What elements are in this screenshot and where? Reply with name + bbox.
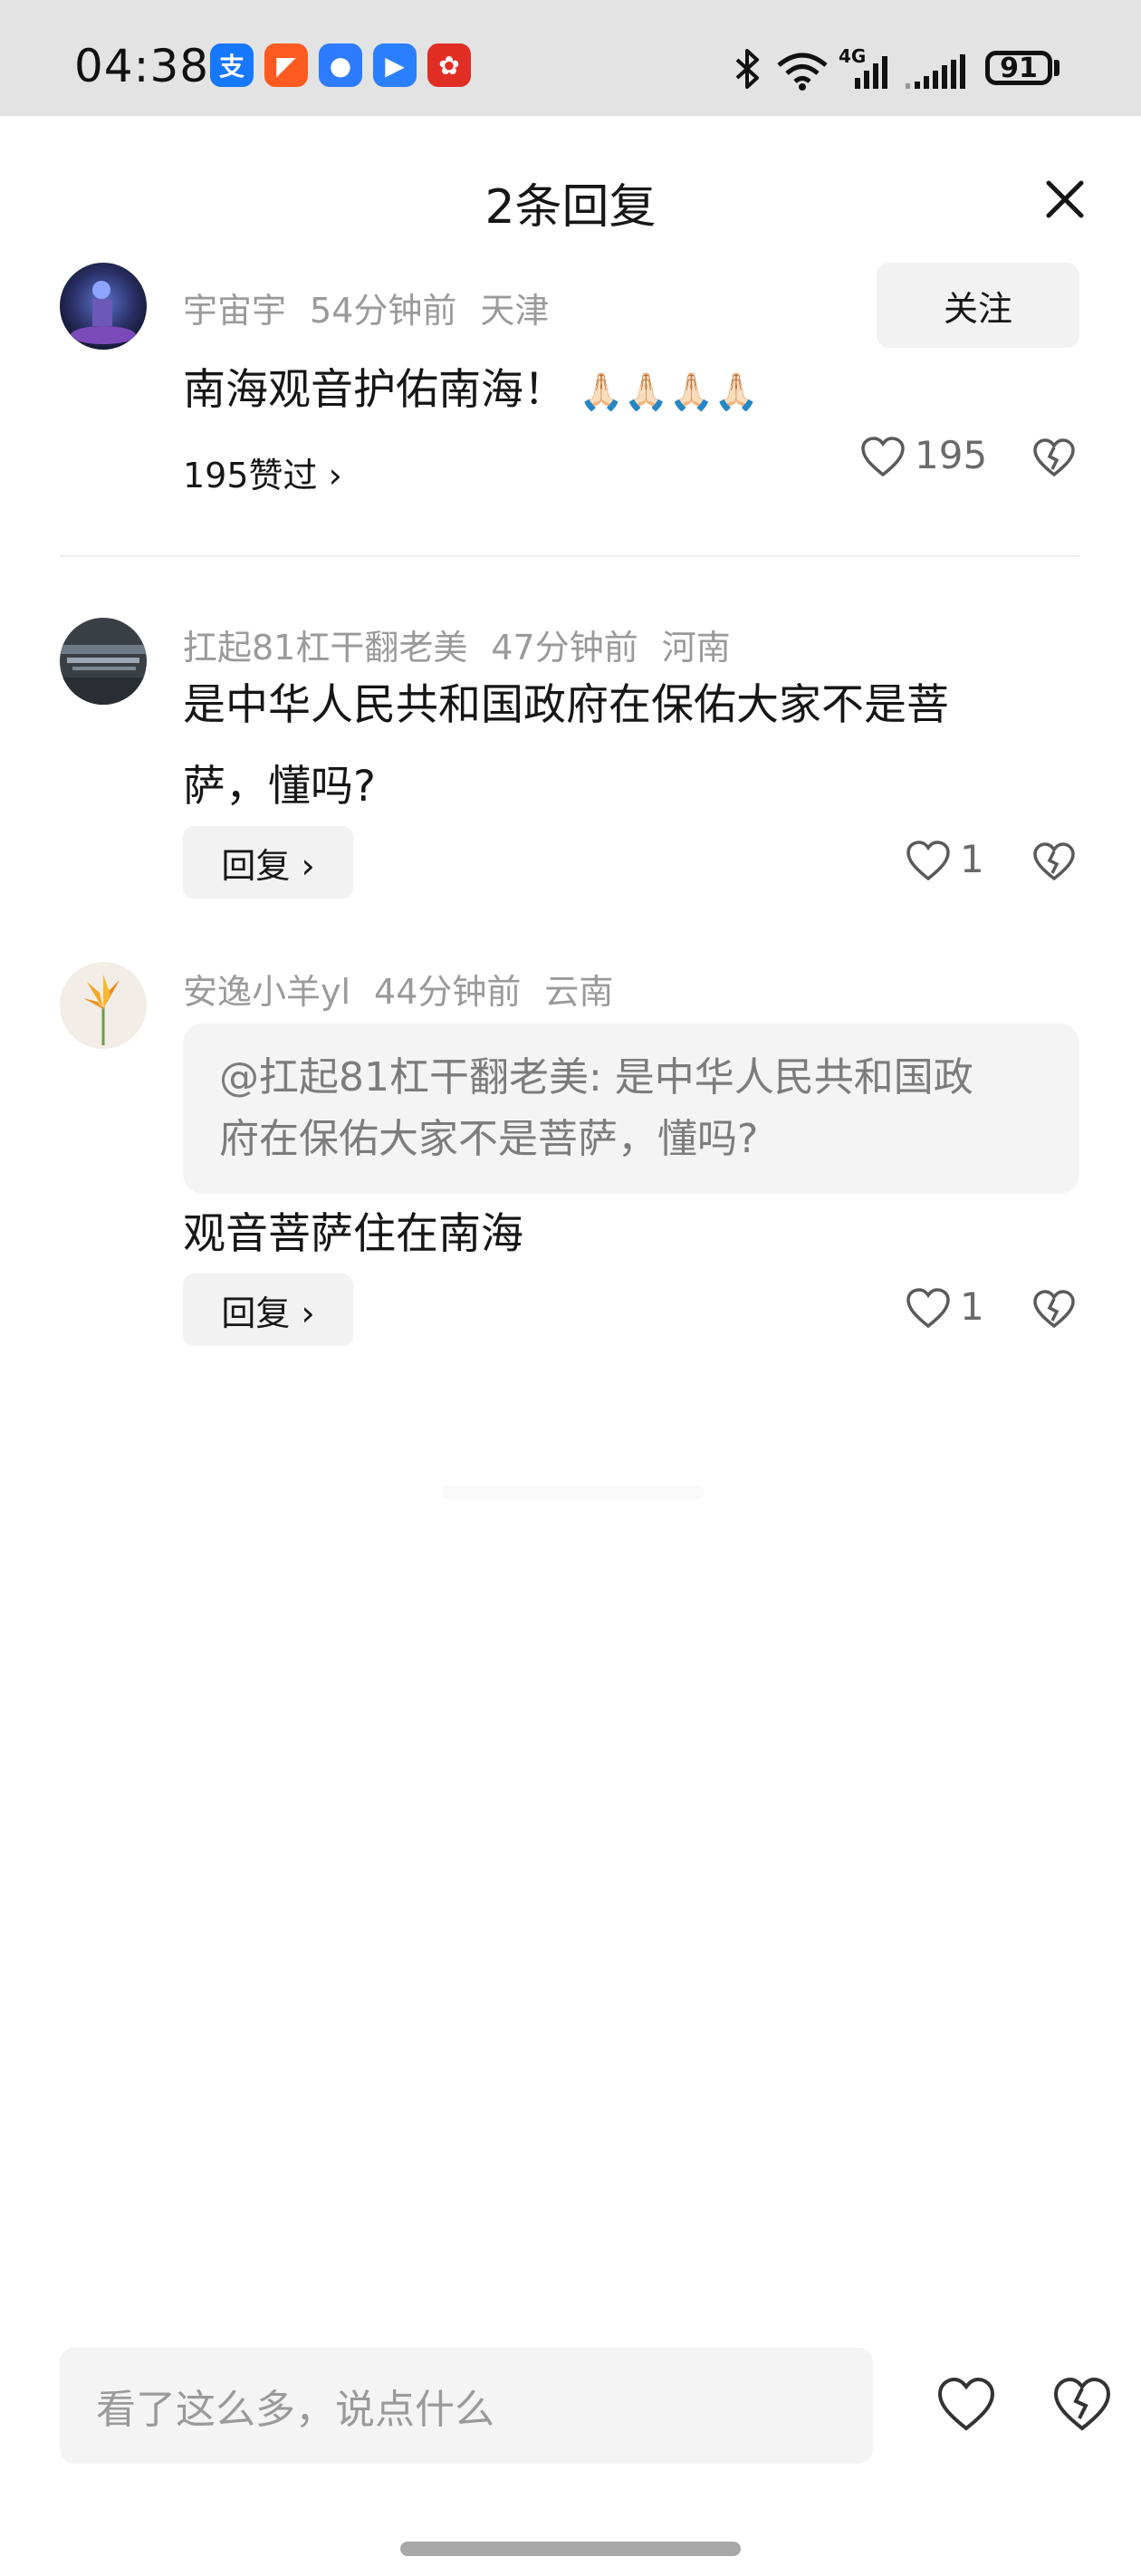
status-time: 04:38 [74,40,210,92]
bluetooth-icon [735,49,759,89]
signal-4g-icon [855,56,887,89]
timestamp: 44分钟前 [374,972,522,1012]
location: 河南 [661,628,731,668]
timestamp: 47分钟前 [491,628,638,668]
comment-meta: 扛起81杠干翻老美 47分钟前 河南 [183,620,754,669]
divider [60,555,1079,557]
reply-button[interactable]: 回复 › [183,826,353,899]
like-count: 195 [915,433,988,477]
username[interactable]: 宇宙宇 [183,291,286,331]
reply-button[interactable]: 回复 › [183,1274,353,1346]
comment-input[interactable]: 看了这么多，说点什么 [60,2348,873,2464]
wifi-icon [777,53,828,91]
comment-meta: 宇宙宇 54分钟前 天津 [183,283,572,332]
comment-text: 观音菩萨住在南海 [183,1209,523,1259]
like-count: 1 [960,1284,984,1329]
page-title: 2条回复 [484,180,657,235]
pinduoduo-app-icon: ✿ [427,43,471,87]
username[interactable]: 扛起81杠干翻老美 [183,628,467,668]
username[interactable]: 安逸小羊yl [183,972,350,1012]
praying-hands-emoji: 🙏🏻🙏🏻🙏🏻🙏🏻 [579,371,760,413]
heart-icon[interactable] [860,437,906,478]
broken-heart-icon[interactable] [1032,438,1076,478]
like-count: 1 [960,837,984,881]
close-icon[interactable] [1043,178,1087,221]
broken-heart-icon[interactable] [1032,1290,1076,1330]
comment-text: 南海观音护佑南海！ 🙏🏻🙏🏻🙏🏻🙏🏻 [183,365,760,415]
quoted-reply: @扛起81杠干翻老美: 是中华人民共和国政 府在保佑大家不是菩萨，懂吗? [183,1024,1079,1194]
heart-icon[interactable] [906,1288,951,1330]
blue-arrow-app-icon: ▶ [373,43,417,87]
comment-meta: 安逸小羊yl 44分钟前 云南 [183,964,637,1014]
battery-indicator: 91 [985,51,1052,85]
home-indicator[interactable] [400,2542,741,2556]
orange-app-icon: ◤ [264,43,308,87]
heart-icon[interactable] [936,2377,996,2433]
broken-heart-icon[interactable] [1032,842,1076,882]
avatar[interactable] [60,618,147,705]
message-app-icon: ● [319,43,362,87]
avatar[interactable] [60,962,147,1049]
signal-icon [906,54,965,89]
comment-text: 是中华人民共和国政府在保佑大家不是菩 萨，懂吗? [183,680,949,812]
location: 天津 [480,291,550,331]
alipay-app-icon: 支 [210,43,254,87]
likes-link[interactable]: 195赞过 › [183,447,342,497]
follow-button[interactable]: 关注 [877,263,1079,348]
battery-cap [1054,60,1060,76]
broken-heart-icon[interactable] [1052,2377,1112,2433]
timestamp: 54分钟前 [310,291,457,331]
loading-indicator [442,1485,705,1500]
avatar[interactable] [60,263,147,350]
location: 云南 [544,972,614,1012]
heart-icon[interactable] [906,841,951,882]
